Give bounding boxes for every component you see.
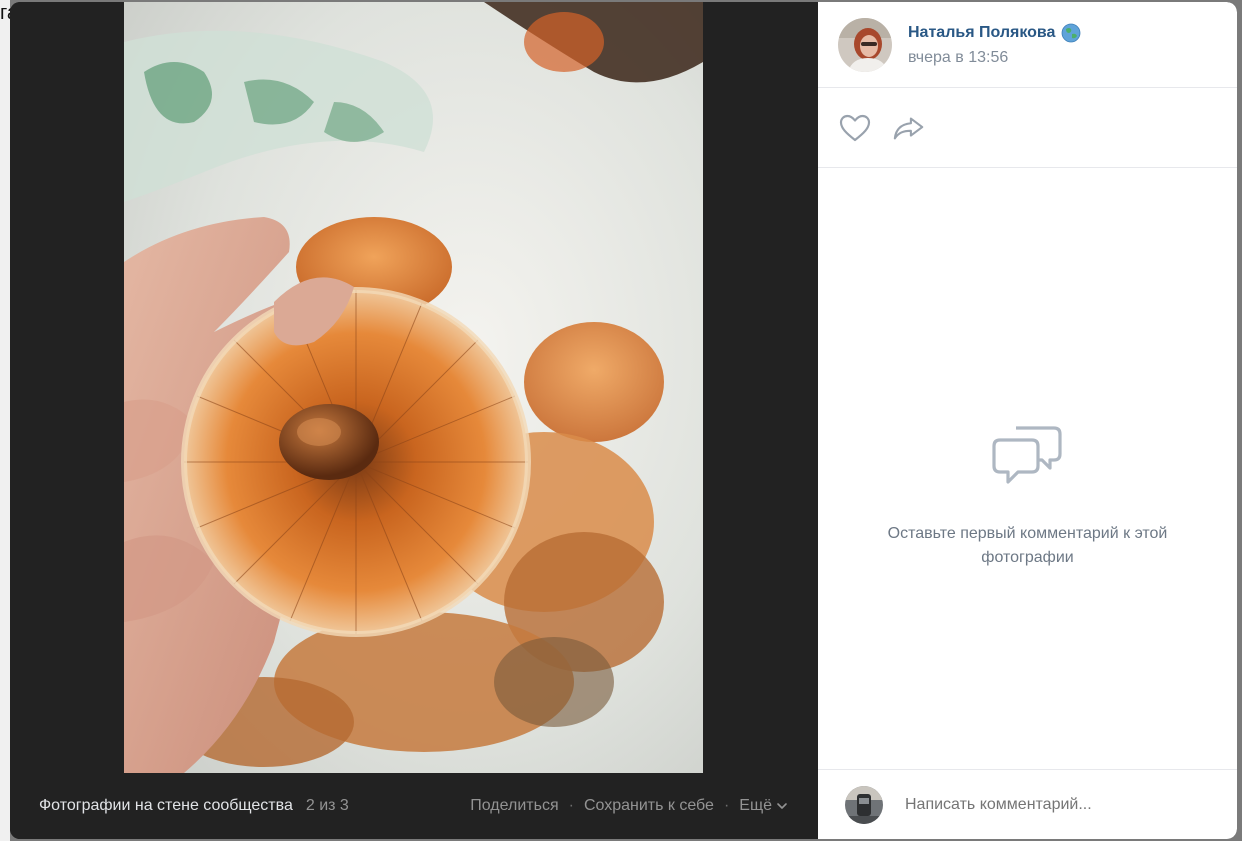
comments-area: Оставьте первый комментарий к этой фотог…	[818, 168, 1237, 769]
share-button[interactable]	[892, 111, 926, 145]
photo-counter: 2 из 3	[305, 797, 349, 814]
photo-pane: Фотографии на стене сообщества 2 из 3 По…	[10, 2, 818, 839]
photo-viewer: Фотографии на стене сообщества 2 из 3 По…	[10, 2, 1237, 839]
separator-dot: ·	[723, 797, 730, 814]
avatar-image	[838, 17, 892, 72]
author-avatar[interactable]	[838, 17, 892, 72]
comment-composer	[818, 769, 1237, 839]
save-to-album-link[interactable]: Сохранить к себе	[584, 797, 714, 815]
share-arrow-icon	[893, 117, 924, 139]
more-label: Ещё	[739, 797, 772, 814]
author-header: Наталья Полякова вчера в 13:56	[818, 2, 1237, 88]
background-page: га	[0, 0, 18, 841]
album-title-link[interactable]: Фотографии на стене сообщества	[39, 797, 293, 815]
comments-icon	[991, 425, 1062, 484]
separator-dot: ·	[568, 797, 574, 814]
info-panel: Наталья Полякова вчера в 13:56 Оставьте …	[818, 2, 1237, 839]
mushroom-photo-image	[124, 2, 703, 773]
globe-icon	[1062, 23, 1081, 42]
photo-reactions-bar	[818, 88, 1237, 168]
empty-comments-text: Оставьте первый комментарий к этой фотог…	[887, 524, 1168, 566]
photo[interactable]	[124, 2, 703, 773]
author-name-row: Наталья Полякова	[908, 23, 1081, 43]
chevron-down-icon	[777, 803, 787, 809]
avatar-image	[845, 785, 883, 824]
post-time: вчера в 13:56	[908, 48, 1009, 66]
photo-actions: Поделиться · Сохранить к себе · Ещё	[470, 797, 788, 815]
share-link[interactable]: Поделиться	[470, 797, 558, 815]
like-button[interactable]	[838, 111, 872, 145]
heart-icon	[839, 114, 871, 141]
photo-footer: Фотографии на стене сообщества 2 из 3 По…	[10, 773, 818, 839]
author-info: Наталья Полякова вчера в 13:56	[908, 23, 1081, 67]
author-name-link[interactable]: Наталья Полякова	[908, 24, 1055, 42]
comment-input[interactable]	[905, 795, 1205, 814]
current-user-avatar	[845, 785, 883, 824]
more-menu-button[interactable]: Ещё	[739, 797, 788, 815]
